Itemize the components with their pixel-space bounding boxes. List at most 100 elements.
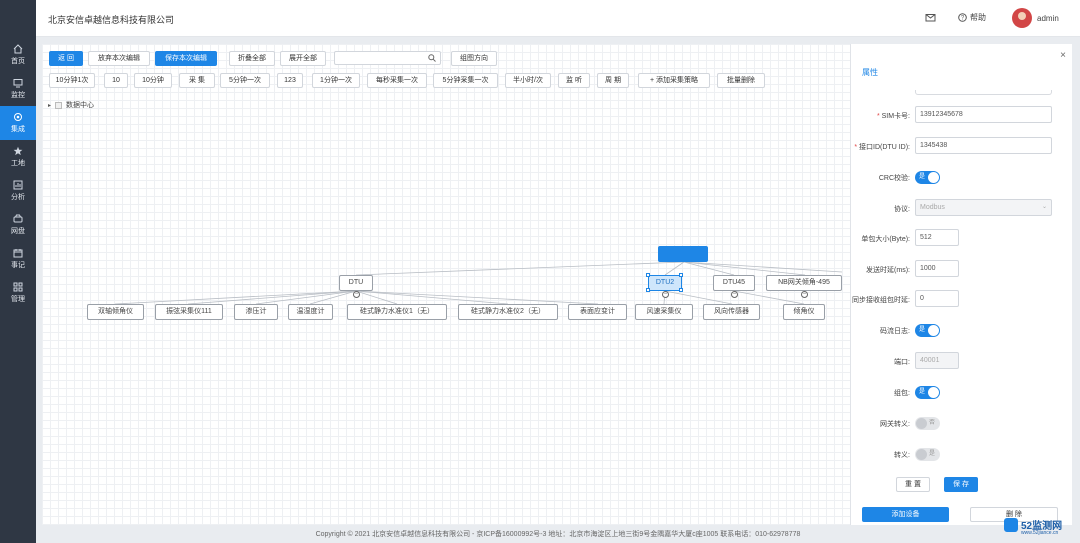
- help-link[interactable]: ? 帮助: [958, 12, 986, 23]
- nav-label: 集成: [11, 126, 25, 133]
- watermark-logo: 52监测网 www.52jiance.cn: [1004, 515, 1074, 541]
- send-delay-field[interactable]: 1000: [915, 260, 959, 277]
- nav-label: 首页: [11, 58, 25, 65]
- home-icon: [13, 44, 23, 54]
- protocol-value: Modbus: [920, 204, 945, 211]
- nav-item-home[interactable]: 首页: [0, 38, 36, 72]
- gateway-escape-switch[interactable]: 否: [915, 417, 940, 430]
- nav-item-manage[interactable]: 管理: [0, 276, 36, 310]
- watermark-url: www.52jiance.cn: [1021, 530, 1059, 536]
- scroll-edge: [915, 90, 1052, 95]
- node-device[interactable]: 表面应变计: [568, 304, 627, 320]
- dtu-id-field[interactable]: 1345438: [915, 137, 1052, 154]
- switch-knob: [916, 449, 927, 460]
- company-name: 北京安信卓越信息科技有限公司: [48, 15, 175, 25]
- packet-size-field[interactable]: 512: [915, 229, 959, 246]
- pack-label: 组包:: [894, 390, 910, 397]
- save-button[interactable]: 保 存: [944, 477, 978, 492]
- node-device[interactable]: 风速采集仪: [635, 304, 693, 320]
- disk-icon: [13, 214, 23, 223]
- node-device[interactable]: 硅式静力水准仪1（无）: [347, 304, 447, 320]
- dtu-id-label-text: 接口ID(DTU ID):: [859, 144, 910, 151]
- node-dtu2[interactable]: DTU2: [648, 275, 682, 291]
- diagram-root-node[interactable]: [658, 246, 708, 262]
- chevron-down-icon: ⌄: [1041, 204, 1047, 210]
- property-panel: × 属性 * SIM卡号: 13912345678 * 接口ID(DTU ID)…: [850, 44, 1072, 525]
- port-field[interactable]: 40001: [915, 352, 959, 369]
- star-icon: [13, 146, 23, 156]
- stream-log-switch[interactable]: 是: [915, 324, 940, 337]
- switch-knob: [928, 325, 939, 336]
- switch-knob: [928, 387, 939, 398]
- monitor-icon: [13, 79, 23, 88]
- gateway-escape-label: 网关转义:: [880, 421, 910, 428]
- resize-handle[interactable]: [646, 288, 650, 292]
- close-icon[interactable]: ×: [1060, 50, 1066, 61]
- switch-text: 否: [929, 420, 936, 426]
- avatar[interactable]: [1012, 8, 1032, 28]
- dtu-id-label: * 接口ID(DTU ID):: [854, 142, 910, 152]
- node-device[interactable]: 渗压计: [234, 304, 278, 320]
- switch-text: 是: [919, 327, 926, 333]
- resize-handle[interactable]: [679, 273, 683, 277]
- sim-label: * SIM卡号:: [877, 111, 910, 121]
- port-label: 端口:: [894, 359, 910, 366]
- sim-label-text: SIM卡号:: [881, 113, 910, 120]
- nav-label: 管理: [11, 296, 25, 303]
- top-header: 北京安信卓越信息科技有限公司 ? 帮助 admin: [36, 0, 1080, 37]
- switch-knob: [928, 172, 939, 183]
- node-dtu45[interactable]: DTU45: [713, 275, 755, 291]
- collapse-toggle-icon[interactable]: −: [731, 291, 738, 298]
- mail-icon[interactable]: [925, 12, 936, 23]
- diagram-canvas[interactable]: 返 回 放弃本次编辑 保存本次编辑 折叠全部 展开全部 组图方向 10分钟1次 …: [42, 44, 850, 525]
- nav-label: 网盘: [11, 228, 25, 235]
- switch-text: 是: [919, 174, 926, 180]
- node-device[interactable]: 倾角仪: [783, 304, 825, 320]
- node-device[interactable]: 风向传感器: [703, 304, 760, 320]
- collapse-toggle-icon[interactable]: −: [801, 291, 808, 298]
- pack-switch[interactable]: 是: [915, 386, 940, 399]
- panel-title: 属性: [862, 68, 878, 77]
- username[interactable]: admin: [1037, 14, 1059, 23]
- calendar-icon: [13, 249, 23, 258]
- node-device[interactable]: 温湿度计: [288, 304, 333, 320]
- node-device[interactable]: 硅式静力水准仪2（无）: [458, 304, 558, 320]
- node-device[interactable]: 双轴倾角仪: [87, 304, 144, 320]
- nav-label: 事记: [11, 262, 25, 269]
- stream-log-label: 码流日志:: [880, 328, 910, 335]
- nav-label: 分析: [11, 194, 25, 201]
- analysis-icon: [13, 180, 23, 190]
- resize-handle[interactable]: [646, 273, 650, 277]
- nav-item-integration[interactable]: 集成: [0, 106, 36, 140]
- collapse-toggle-icon[interactable]: −: [662, 291, 669, 298]
- node-nb-gateway[interactable]: NB网关倾角-495: [766, 275, 842, 291]
- nav-item-site[interactable]: 工地: [0, 140, 36, 174]
- node-dtu[interactable]: DTU: [339, 275, 373, 291]
- side-navigation: 首页 监控 集成 工地 分析 网盘 事记 管理: [0, 0, 36, 543]
- protocol-select[interactable]: Modbus ⌄: [915, 199, 1052, 216]
- resize-handle[interactable]: [679, 288, 683, 292]
- help-label: 帮助: [970, 13, 986, 22]
- switch-text: 是: [929, 451, 936, 457]
- node-device[interactable]: 振弦采集仪111: [155, 304, 223, 320]
- switch-text: 是: [919, 389, 926, 395]
- sync-delay-field[interactable]: 0: [915, 290, 959, 307]
- watermark-badge-icon: [1004, 518, 1018, 532]
- sim-field[interactable]: 13912345678: [915, 106, 1052, 123]
- crc-switch[interactable]: 是: [915, 171, 940, 184]
- add-device-button[interactable]: 添加设备: [862, 507, 949, 522]
- nav-item-monitor[interactable]: 监控: [0, 72, 36, 106]
- nav-item-events[interactable]: 事记: [0, 242, 36, 276]
- reset-button[interactable]: 重 置: [896, 477, 930, 492]
- nav-item-disk[interactable]: 网盘: [0, 208, 36, 242]
- send-delay-label: 发送时延(ms):: [866, 267, 910, 274]
- switch-knob: [916, 418, 927, 429]
- nav-label: 工地: [11, 160, 25, 167]
- nav-item-analysis[interactable]: 分析: [0, 174, 36, 208]
- help-icon: ?: [958, 13, 967, 22]
- nav-label: 监控: [11, 92, 25, 99]
- escape-label: 转义:: [894, 452, 910, 459]
- collapse-toggle-icon[interactable]: −: [353, 291, 360, 298]
- escape-switch[interactable]: 是: [915, 448, 940, 461]
- protocol-label: 协议:: [894, 206, 910, 213]
